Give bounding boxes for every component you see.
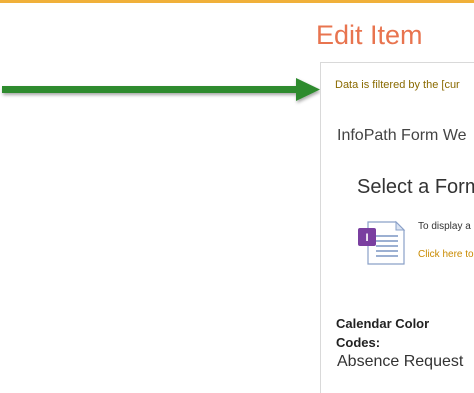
page-title: Edit Item bbox=[316, 20, 423, 50]
infopath-form-title: InfoPath Form We bbox=[337, 127, 467, 144]
calendar-label-line2: Codes: bbox=[336, 335, 381, 350]
top-accent-bar bbox=[0, 0, 474, 3]
select-form-heading: Select a Form bbox=[357, 176, 474, 198]
infopath-form-icon[interactable]: I bbox=[356, 220, 406, 266]
calendar-label-line1: Calendar Color bbox=[336, 316, 430, 331]
display-instruction-text: To display a bbox=[418, 221, 471, 232]
absence-request-text: Absence Request bbox=[337, 353, 464, 370]
filter-notice: Data is filtered by the [cur bbox=[335, 79, 460, 91]
green-arrow-icon bbox=[2, 78, 320, 101]
click-here-link[interactable]: Click here to bbox=[418, 250, 474, 260]
svg-text:I: I bbox=[365, 232, 368, 244]
calendar-color-codes-label: Calendar Color Codes: bbox=[336, 314, 446, 352]
